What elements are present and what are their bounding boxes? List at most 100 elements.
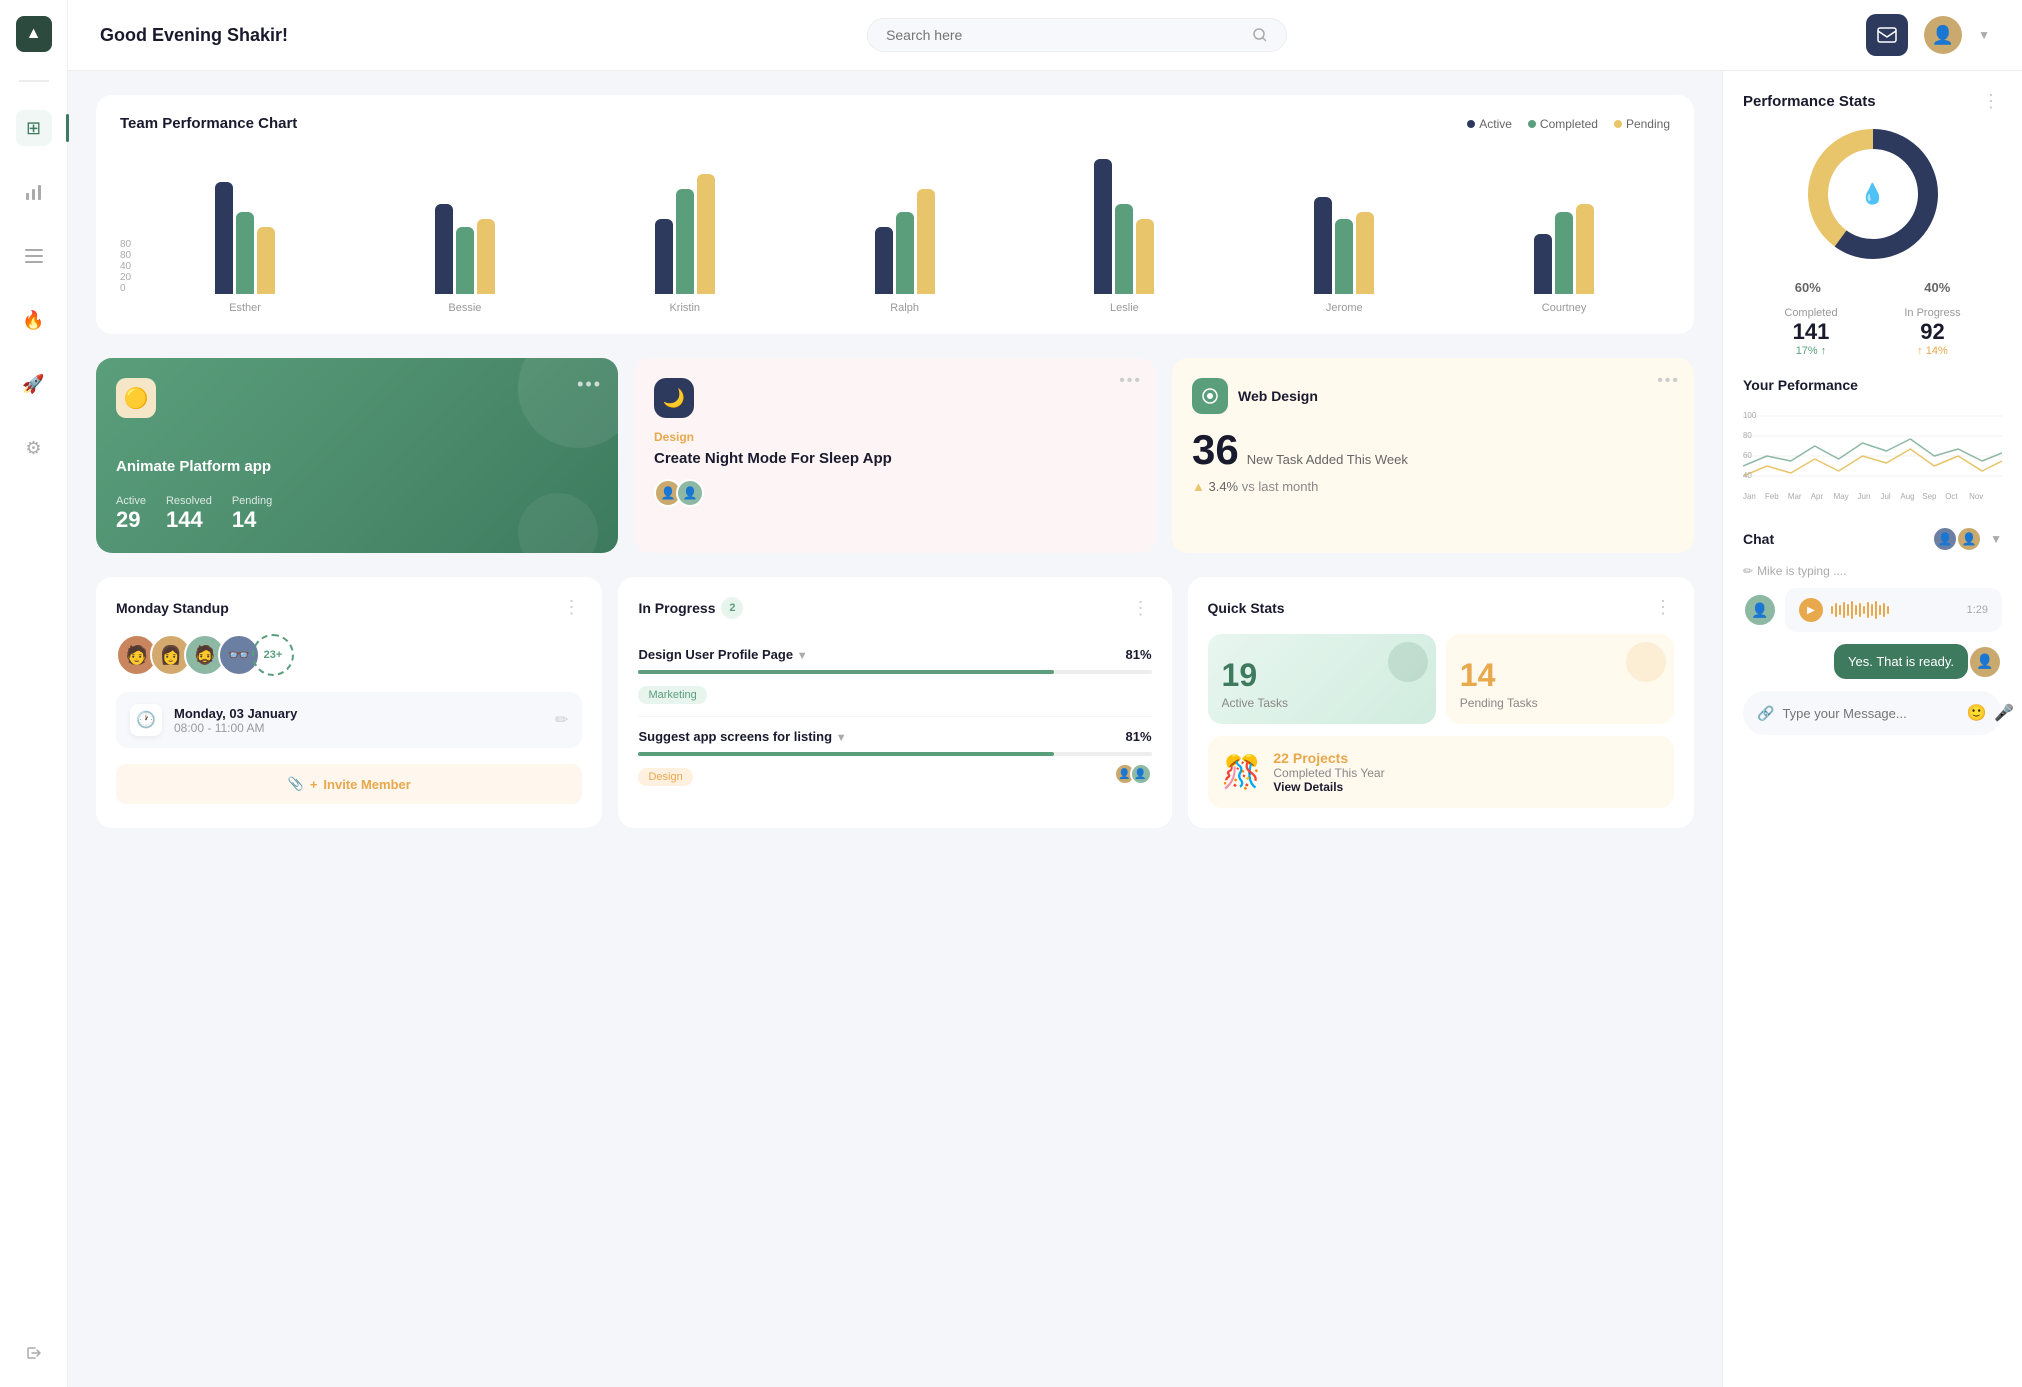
chart-label-bessie: Bessie bbox=[448, 302, 481, 314]
bar-bessie-gold bbox=[477, 219, 495, 294]
your-performance-section: Your Peformance Jan Feb Mar Apr bbox=[1743, 377, 2002, 506]
progress-task-1: Design User Profile Page ▼ 81% Marketing bbox=[638, 635, 1151, 717]
webdesign-card-icon bbox=[1192, 378, 1228, 414]
svg-text:Aug: Aug bbox=[1900, 492, 1914, 501]
animate-stat-resolved: Resolved 144 bbox=[166, 495, 212, 533]
bar-leslie-gold bbox=[1136, 219, 1154, 294]
design-card-more[interactable]: ••• bbox=[1119, 372, 1142, 390]
wave-3 bbox=[1839, 605, 1841, 615]
projects-info: 22 Projects Completed This Year View Det… bbox=[1273, 750, 1384, 794]
svg-text:Feb: Feb bbox=[1765, 492, 1779, 501]
clock-icon: 🕐 bbox=[130, 704, 162, 736]
donut-chart: 💧 bbox=[1803, 124, 1943, 264]
content-area: Team Performance Chart Active Completed … bbox=[68, 71, 2022, 1387]
chat-dropdown-chevron[interactable]: ▼ bbox=[1990, 532, 2002, 546]
animate-stat-active: Active 29 bbox=[116, 495, 146, 533]
progress-task-1-footer: Marketing bbox=[638, 680, 1151, 704]
completed-change: 17% ↑ bbox=[1784, 345, 1837, 357]
sidebar-item-list[interactable] bbox=[16, 238, 52, 274]
search-input[interactable] bbox=[886, 27, 1244, 43]
user-avatar[interactable]: 👤 bbox=[1924, 16, 1962, 54]
progress-bar-2 bbox=[638, 752, 1054, 756]
standup-time: 🕐 Monday, 03 January 08:00 - 11:00 AM ✏ bbox=[116, 692, 582, 748]
animate-card-more[interactable]: ••• bbox=[577, 374, 602, 395]
sidebar-item-dashboard[interactable]: ⊞ bbox=[16, 110, 52, 146]
progress-task-2-title: Suggest app screens for listing ▼ bbox=[638, 729, 846, 744]
standup-card: Monday Standup ⋮ 🧑 👩 🧔 👓 23+ 🕐 Monday, 0 bbox=[96, 577, 602, 828]
search-icon bbox=[1252, 27, 1268, 43]
chat-sender-avatar: 👤 bbox=[1743, 593, 1777, 627]
inprogress-value: 92 bbox=[1904, 319, 1960, 345]
chat-audio-bubble: ▶ bbox=[1785, 588, 2002, 632]
bar-courtney-green bbox=[1555, 212, 1573, 294]
emoji-icon[interactable]: 🙂 bbox=[1966, 703, 1986, 723]
inprogress-more[interactable]: ⋮ bbox=[1132, 598, 1152, 619]
pending-tasks-label: Pending Tasks bbox=[1460, 696, 1660, 710]
invite-member-button[interactable]: 📎 + Invite Member bbox=[116, 764, 582, 804]
webdesign-card: ••• Web Design 36 New Task Added This We… bbox=[1172, 358, 1694, 553]
completed-value: 141 bbox=[1784, 319, 1837, 345]
chat-title: Chat bbox=[1743, 531, 1774, 547]
sidebar-item-chart[interactable] bbox=[16, 174, 52, 210]
sidebar: ▲ ⊞ 🔥 🚀 ⚙ bbox=[0, 0, 68, 1387]
chart-group-jerome: Jerome bbox=[1238, 144, 1450, 314]
chart-legend: Active Completed Pending bbox=[1467, 117, 1670, 131]
perf-stats-header: Performance Stats ⋮ bbox=[1743, 91, 2002, 112]
avatar-dropdown-chevron[interactable]: ▼ bbox=[1978, 28, 1990, 42]
projects-emoji: 🎊 bbox=[1222, 753, 1262, 791]
sidebar-item-fire[interactable]: 🔥 bbox=[16, 302, 52, 338]
chart-group-esther: Esther bbox=[139, 144, 351, 314]
chart-group-bessie: Bessie bbox=[359, 144, 571, 314]
svg-text:Nov: Nov bbox=[1969, 492, 1983, 501]
bar-esther-gold bbox=[257, 227, 275, 294]
bar-esther-dark bbox=[215, 182, 233, 294]
sidebar-item-logout[interactable] bbox=[16, 1335, 52, 1371]
standup-time-info: Monday, 03 January 08:00 - 11:00 AM bbox=[174, 706, 297, 735]
chat-own-avatar: 👤 bbox=[1968, 645, 2002, 679]
svg-text:80: 80 bbox=[1743, 431, 1752, 440]
mic-icon[interactable]: 🎤 bbox=[1994, 703, 2014, 723]
chat-header: Chat 👤 👤 ▼ bbox=[1743, 526, 2002, 552]
bar-bessie-green bbox=[456, 227, 474, 294]
messages-button[interactable] bbox=[1866, 14, 1908, 56]
quickstats-title: Quick Stats bbox=[1208, 600, 1285, 616]
main-content: Team Performance Chart Active Completed … bbox=[68, 71, 1722, 1387]
bar-kristin-green bbox=[676, 189, 694, 294]
quickstats-card: Quick Stats ⋮ 19 Active Tasks 14 Pending bbox=[1188, 577, 1694, 828]
stat-box-active: 19 Active Tasks bbox=[1208, 634, 1436, 724]
bar-bessie-dark bbox=[435, 204, 453, 294]
wave-12 bbox=[1875, 601, 1877, 619]
donut-stat-inprogress: In Progress 92 ↑ 14% bbox=[1904, 307, 1960, 357]
header-search-bar[interactable] bbox=[867, 18, 1287, 52]
progress-task-2-header: Suggest app screens for listing ▼ 81% bbox=[638, 729, 1151, 744]
chat-message-received: 👤 ▶ bbox=[1743, 588, 2002, 632]
chart-title: Team Performance Chart bbox=[120, 115, 297, 132]
audio-duration: 1:29 bbox=[1967, 604, 1988, 616]
standup-more[interactable]: ⋮ bbox=[562, 597, 582, 618]
sidebar-item-rocket[interactable]: 🚀 bbox=[16, 366, 52, 402]
standup-title: Monday Standup bbox=[116, 600, 229, 616]
animate-card-title: Animate Platform app bbox=[116, 458, 598, 475]
projects-view-details[interactable]: View Details bbox=[1273, 780, 1384, 794]
perf-stats-more[interactable]: ⋮ bbox=[1982, 91, 2002, 112]
donut-stats: Completed 141 17% ↑ In Progress 92 ↑ 14% bbox=[1743, 307, 2002, 357]
task-2-avatars: 👤 👤 bbox=[1114, 763, 1152, 785]
your-perf-title: Your Peformance bbox=[1743, 377, 2002, 393]
chat-avatar-2: 👤 bbox=[1956, 526, 1982, 552]
pending-deco bbox=[1626, 642, 1666, 682]
bar-ralph-gold bbox=[917, 189, 935, 294]
design-card-title: Create Night Mode For Sleep App bbox=[654, 450, 1136, 467]
chat-message-sent: Yes. That is ready. 👤 bbox=[1743, 644, 2002, 679]
webdesign-card-more[interactable]: ••• bbox=[1657, 372, 1680, 390]
quickstats-more[interactable]: ⋮ bbox=[1654, 597, 1674, 618]
donut-labels: 60% 40% bbox=[1743, 280, 2002, 295]
design-card-avatars: 👤 👤 bbox=[654, 479, 1136, 507]
wave-1 bbox=[1831, 606, 1833, 614]
play-button[interactable]: ▶ bbox=[1799, 598, 1823, 622]
bar-courtney-dark bbox=[1534, 234, 1552, 294]
chat-section: Chat 👤 👤 ▼ ✏ Mike is typing .... 👤 ▶ bbox=[1743, 526, 2002, 735]
chat-input[interactable] bbox=[1782, 706, 1958, 721]
webdesign-card-title: Web Design bbox=[1238, 388, 1318, 404]
sidebar-item-settings[interactable]: ⚙ bbox=[16, 430, 52, 466]
standup-edit-icon[interactable]: ✏ bbox=[555, 710, 568, 730]
